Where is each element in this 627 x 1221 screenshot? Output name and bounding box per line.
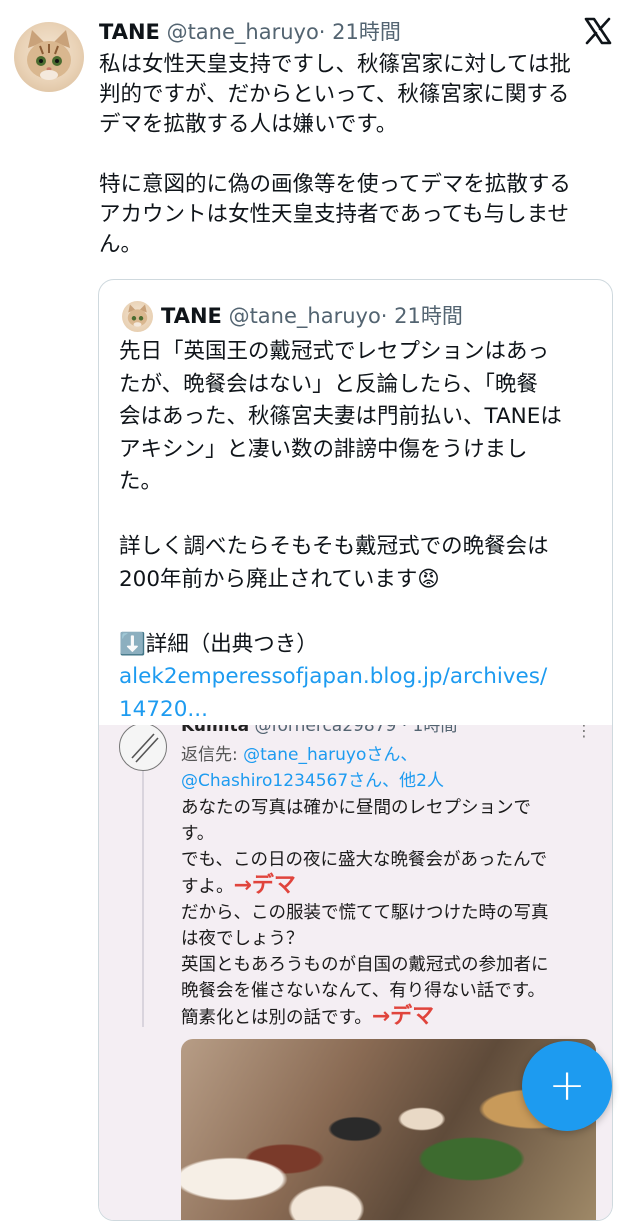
thread-line xyxy=(142,771,144,1027)
x-logo-icon[interactable] xyxy=(583,16,613,46)
screenshot-avatar xyxy=(119,725,167,771)
quote-timestamp: · 21時間 xyxy=(380,304,463,328)
screenshot-line: あなたの写真は確かに昼間のレセプションで xyxy=(181,798,531,818)
quote-link-line-1: alek2emperessofjapan.blog.jp/archives/ xyxy=(119,664,548,689)
mention-2: @Chashiro1234567さん、他2人 xyxy=(181,771,444,791)
embedded-screenshot[interactable]: Kumita @fornerca29879 · 1時間 ⋮ 返信先: @tane… xyxy=(99,725,612,1220)
dema-annotation: →デマ xyxy=(371,1004,435,1029)
screenshot-line: だから、この服装で慌てて駆けつけた時の写真 xyxy=(181,903,549,923)
screenshot-line-annotated: すよ。→デマ xyxy=(181,873,611,900)
quote-handle: @tane_haruyo xyxy=(228,304,381,328)
reply-prefix: 返信先: xyxy=(181,745,244,765)
screenshot-text: あなたの写真は確かに昼間のレセプションで す。 でも、この日の夜に盛大な晩餐会が… xyxy=(181,795,611,1031)
quote-display-name: TANE xyxy=(161,304,222,328)
screenshot-line: すよ。 xyxy=(181,877,234,897)
mention-1: @tane_haruyoさん、 xyxy=(243,745,418,765)
quote-body: 先日「英国王の戴冠式でレセプションはあっ たが、晩餐会はない」と反論したら、「晩… xyxy=(119,339,562,657)
screenshot-header: Kumita @fornerca29879 · 1時間 xyxy=(181,725,457,737)
quote-link[interactable]: alek2emperessofjapan.blog.jp/archives/ 1… xyxy=(119,664,547,722)
display-name[interactable]: TANE xyxy=(99,20,160,44)
reply-to: 返信先: @tane_haruyoさん、 @Chashiro1234567さん、… xyxy=(181,742,444,794)
screenshot-line: でも、この日の夜に盛大な晩餐会があったんで xyxy=(181,850,548,870)
screenshot-line: は夜でしょう？ xyxy=(181,929,304,949)
quote-avatar xyxy=(122,301,153,332)
tweet: TANE @tane_haruyo· 21時間 私は女性天皇支持ですし、秋篠宮家… xyxy=(0,0,627,1221)
timestamp[interactable]: · 21時間 xyxy=(319,20,401,44)
more-icon: ⋮ xyxy=(576,725,592,740)
screenshot-line: す。 xyxy=(181,824,215,844)
screenshot-line: 簡素化とは別の話です。 xyxy=(181,1008,372,1028)
quote-link-line-2: 14720... xyxy=(119,696,208,722)
quote-header: TANE @tane_haruyo· 21時間 xyxy=(161,302,463,330)
compose-button[interactable]: + xyxy=(522,1041,612,1131)
tweet-header: TANE @tane_haruyo· 21時間 xyxy=(99,18,401,46)
quote-text: 先日「英国王の戴冠式でレセプションはあっ たが、晩餐会はない」と反論したら、「晩… xyxy=(119,336,594,726)
avatar[interactable] xyxy=(14,22,84,92)
handle[interactable]: @tane_haruyo xyxy=(167,20,319,44)
tweet-text: 私は女性天皇支持ですし、秋篠宮家に対しては批 判的ですが、だからといって、秋篠宮… xyxy=(99,52,571,257)
screenshot-handle: @fornerca29879 · 1時間 xyxy=(254,725,458,736)
screenshot-line: 晩餐会を催さないなんて、有り得ない話です。 xyxy=(181,981,545,1001)
screenshot-line: 英国ともあろうものが自国の戴冠式の参加者に xyxy=(181,955,549,975)
dema-annotation: →デマ xyxy=(233,873,296,898)
screenshot-display-name: Kumita xyxy=(181,725,250,736)
plus-icon: + xyxy=(548,1060,586,1111)
screenshot-line-annotated: 簡素化とは別の話です。→デマ xyxy=(181,1004,611,1031)
